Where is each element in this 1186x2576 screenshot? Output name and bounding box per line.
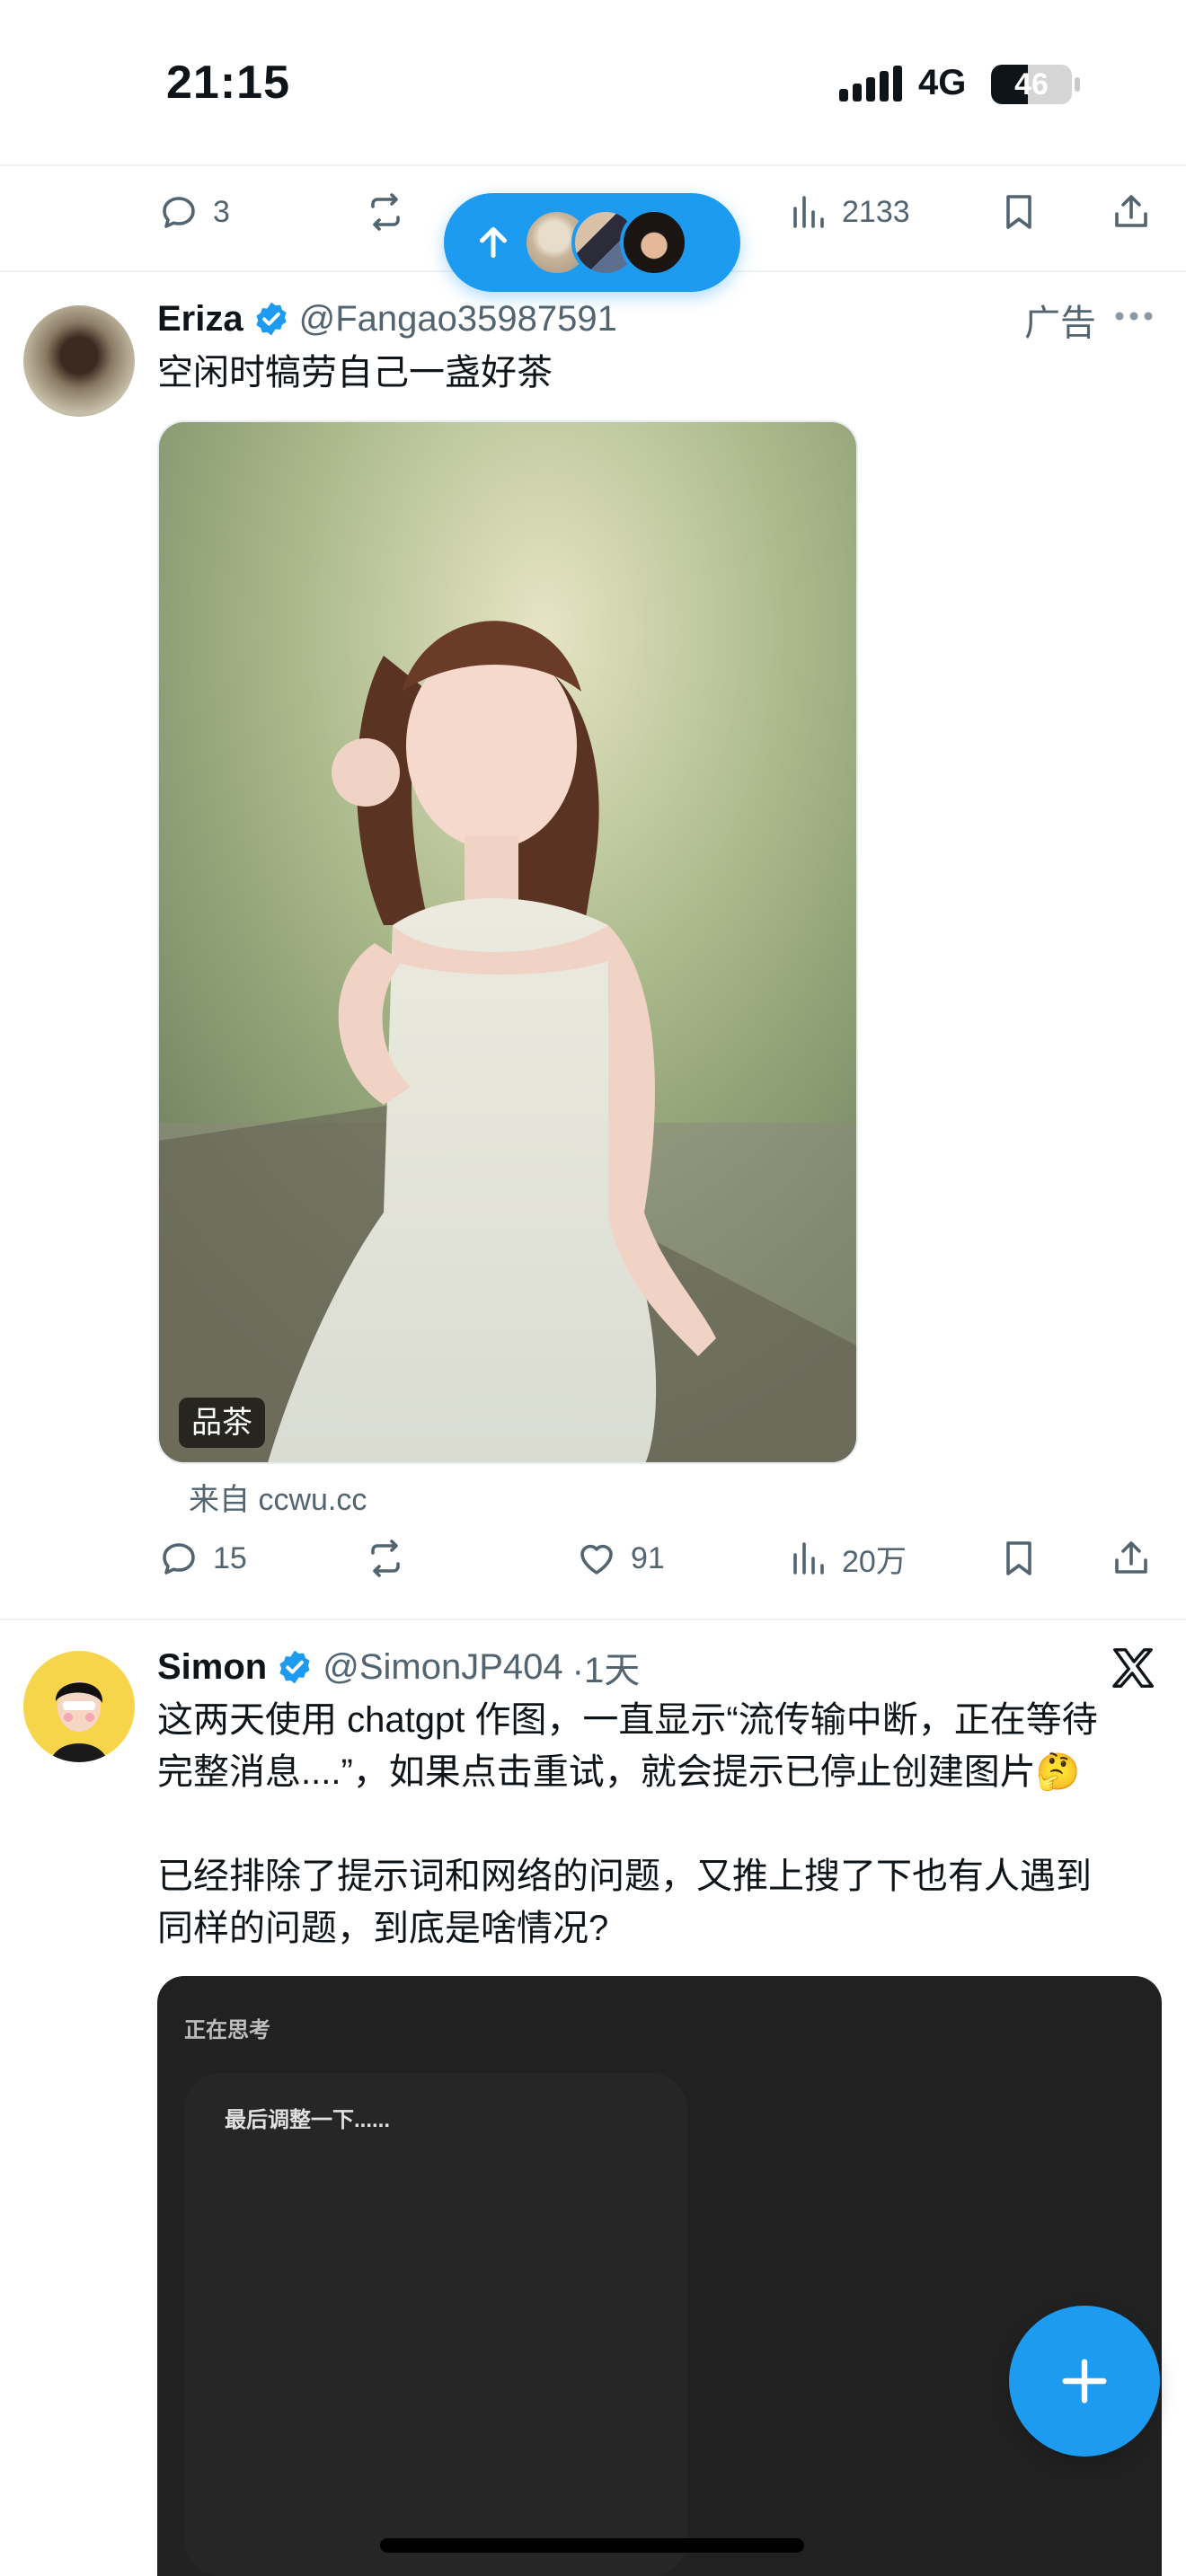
post1-text: 空闲时犒劳自己一盏好茶 (157, 353, 553, 393)
cellular-signal-icon (839, 66, 902, 101)
status-bar: 21:15 4G 46 (0, 0, 1186, 166)
share-icon (1115, 1541, 1147, 1574)
share-button[interactable] (1110, 176, 1153, 248)
bookmark-icon (1006, 1541, 1031, 1575)
verified-badge-icon (255, 302, 287, 336)
ad-label: 广告 (1024, 304, 1096, 343)
share-icon (1115, 195, 1147, 227)
post2-display-name[interactable]: Simon (157, 1647, 267, 1688)
reply-count: 3 (213, 194, 230, 229)
pill-avatar-woman (620, 208, 688, 277)
more-options-icon[interactable] (1114, 305, 1154, 327)
views-count: 20万 (842, 1544, 907, 1579)
post2-avatar[interactable] (23, 1651, 135, 1762)
views-icon (793, 196, 824, 228)
post1-action-bar: 15 91 20万 (157, 1522, 1155, 1594)
compose-button[interactable] (1009, 2306, 1160, 2457)
post2-text-line: 同样的问题，到底是啥情况? (157, 1909, 609, 1948)
post2-screenshot[interactable]: 正在思考 最后调整一下...... (157, 1976, 1162, 2576)
post2-text-line: 完整消息....”，如果点击重试，就会提示已停止创建图片🤔 (157, 1752, 1081, 1792)
post1-handle[interactable]: @Fangao35987591 (299, 299, 617, 340)
post2-text-line: 已经排除了提示词和网络的问题，又推上搜了下也有人遇到 (157, 1857, 1092, 1896)
arrow-up-icon (480, 226, 507, 259)
repost-icon (371, 193, 400, 231)
network-type: 4G (918, 63, 967, 102)
battery-level: 46 (1014, 66, 1049, 101)
screenshot-card (184, 2073, 687, 2576)
reply-count: 15 (213, 1540, 247, 1575)
views-icon (793, 1542, 824, 1575)
new-posts-pill[interactable] (444, 193, 740, 292)
reply-button[interactable]: 15 (157, 1522, 247, 1594)
status-time: 21:15 (166, 57, 290, 109)
reply-button[interactable]: 3 (157, 176, 230, 248)
bookmark-icon (1006, 195, 1031, 229)
bookmark-button[interactable] (997, 1522, 1040, 1594)
battery-icon: 46 (991, 65, 1072, 104)
like-count: 91 (631, 1540, 665, 1575)
post2-text-line (157, 1798, 1164, 1850)
divider (0, 1619, 1186, 1620)
post1-display-name[interactable]: Eriza (157, 299, 243, 340)
x-logo-icon[interactable] (1109, 1644, 1157, 1692)
views-button[interactable]: 20万 (786, 1522, 907, 1594)
post2-handle[interactable]: @SimonJP404 (323, 1647, 562, 1688)
reply-icon (163, 197, 195, 228)
screenshot-title: 正在思考 (184, 2018, 270, 2042)
post2-text: 这两天使用 chatgpt 作图，一直显示“流传输中断，正在等待 完整消息...… (157, 1694, 1164, 1954)
bookmark-button[interactable] (997, 176, 1040, 248)
home-indicator[interactable] (380, 2538, 804, 2553)
reply-icon (163, 1543, 195, 1575)
post2-time[interactable]: ·1天 (572, 1641, 641, 1693)
repost-icon (371, 1539, 400, 1577)
battery-tip (1075, 77, 1080, 92)
screenshot-message: 最后调整一下...... (225, 2108, 391, 2132)
plus-icon (1062, 2359, 1107, 2404)
views-count: 2133 (842, 194, 910, 229)
post1-avatar[interactable] (23, 305, 135, 417)
post2-avatar-illustration (50, 1681, 108, 1762)
post2-header: Simon @SimonJP404 ·1天 (157, 1640, 640, 1694)
repost-button[interactable] (364, 1522, 407, 1594)
post1-photo[interactable]: 品茶 (157, 420, 858, 1464)
like-button[interactable]: 91 (575, 1522, 665, 1594)
views-button[interactable]: 2133 (786, 176, 910, 248)
heart-icon (580, 1544, 613, 1575)
post1-photo-illustration (159, 422, 856, 1462)
repost-button[interactable] (364, 176, 407, 248)
share-button[interactable] (1110, 1522, 1153, 1594)
image-badge: 品茶 (179, 1398, 265, 1448)
post1-source-link[interactable]: 来自 ccwu.cc (189, 1475, 367, 1519)
post2-text-line: 这两天使用 chatgpt 作图，一直显示“流传输中断，正在等待 (157, 1700, 1098, 1740)
verified-badge-icon (279, 1650, 310, 1684)
post1-header: Eriza @Fangao35987591 (157, 292, 617, 346)
